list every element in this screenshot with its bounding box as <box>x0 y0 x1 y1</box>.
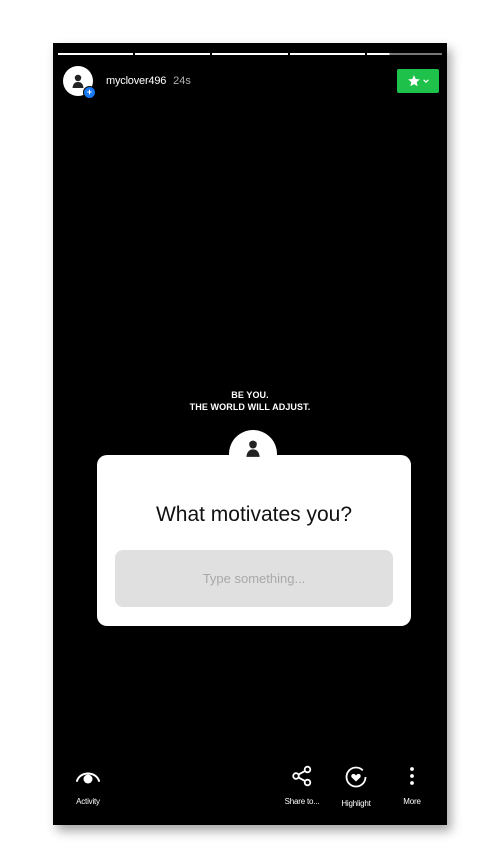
profile-icon <box>246 440 260 457</box>
close-friends-button[interactable] <box>397 69 439 93</box>
highlight-button[interactable]: Highlight <box>331 765 381 808</box>
story-timestamp: 24s <box>173 75 191 87</box>
eye-icon <box>76 772 100 784</box>
activity-label: Activity <box>76 797 100 806</box>
question-sticker-avatar <box>229 430 277 478</box>
share-icon <box>292 765 312 787</box>
profile-icon <box>72 74 84 88</box>
add-story-badge[interactable]: + <box>83 86 96 99</box>
star-icon <box>408 75 420 87</box>
story-bottom-bar: Activity Share to... Highlight More <box>53 755 447 825</box>
question-text: What motivates you? <box>155 503 353 526</box>
quote-line: THE WORLD WILL ADJUST. <box>189 402 311 412</box>
story-quote: BE YOU. THE WORLD WILL ADJUST. <box>53 389 447 413</box>
story-header: + myclover496 24s <box>63 65 439 99</box>
more-label: More <box>403 797 421 806</box>
quote-line: BE YOU. <box>231 390 269 400</box>
question-sticker[interactable]: What motivates you? Type something... <box>97 455 411 626</box>
answer-input[interactable]: Type something... <box>115 550 393 607</box>
username[interactable]: myclover496 <box>106 75 166 87</box>
more-vertical-icon <box>410 767 414 785</box>
progress-segment <box>58 53 134 55</box>
progress-segment <box>289 53 365 55</box>
more-button[interactable]: More <box>387 765 437 806</box>
chevron-down-icon <box>423 79 429 84</box>
story-progress-bar <box>58 53 443 55</box>
share-label: Share to... <box>284 797 320 806</box>
progress-segment <box>366 53 443 55</box>
activity-button[interactable]: Activity <box>63 765 113 806</box>
highlight-label: Highlight <box>341 799 371 808</box>
avatar[interactable]: + <box>63 66 96 99</box>
story-viewer: + myclover496 24s BE YOU. THE WORLD WILL… <box>53 43 447 825</box>
highlight-heart-icon <box>345 766 367 788</box>
progress-segment <box>135 53 211 55</box>
progress-segment <box>212 53 288 55</box>
share-button[interactable]: Share to... <box>277 765 327 806</box>
